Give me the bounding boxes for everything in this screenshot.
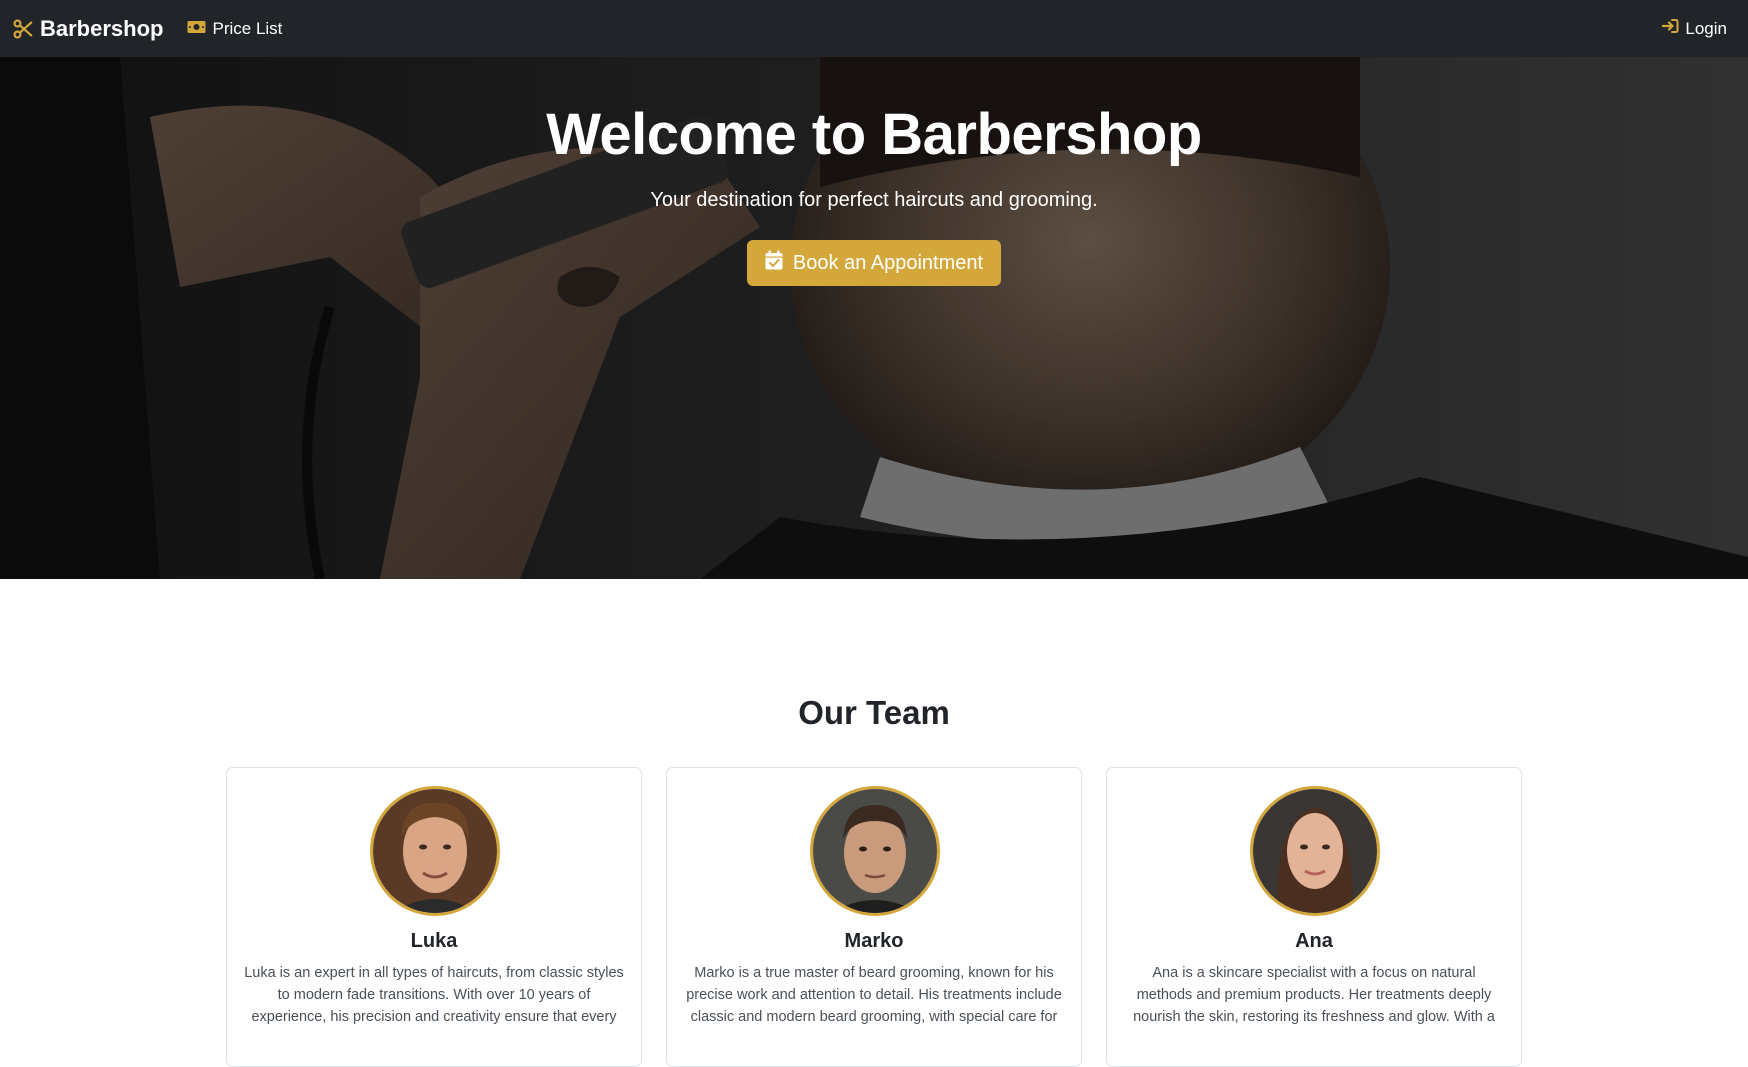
member-name: Luka bbox=[410, 930, 458, 952]
nav-price-list-label: Price List bbox=[212, 18, 283, 38]
member-name: Marko bbox=[844, 930, 904, 952]
avatar bbox=[810, 786, 940, 916]
sign-in-icon bbox=[1662, 18, 1679, 39]
avatar bbox=[370, 786, 500, 916]
team-member-card: Marko Marko is a true master of beard gr… bbox=[666, 767, 1082, 1067]
nav-login[interactable]: Login bbox=[1662, 18, 1727, 39]
hero-section: Welcome to Barbershop Your destination f… bbox=[0, 57, 1748, 579]
nav-login-label: Login bbox=[1685, 18, 1727, 38]
brand-link[interactable]: Barbershop bbox=[12, 16, 163, 42]
navbar: Barbershop Price List Login bbox=[0, 0, 1748, 57]
calendar-check-icon bbox=[765, 250, 783, 276]
scissors-icon bbox=[12, 18, 34, 40]
hero-title: Welcome to Barbershop bbox=[546, 102, 1202, 167]
book-appointment-button[interactable]: Book an Appointment bbox=[747, 240, 1001, 286]
nav-price-list[interactable]: Price List bbox=[187, 19, 282, 39]
avatar bbox=[1250, 786, 1380, 916]
brand-label: Barbershop bbox=[40, 15, 164, 41]
hero-subtitle: Your destination for perfect haircuts an… bbox=[650, 189, 1098, 211]
nav-right: Login bbox=[1662, 18, 1736, 39]
member-bio: Luka is an expert in all types of haircu… bbox=[244, 965, 624, 1025]
team-member-card: Luka Luka is an expert in all types of h… bbox=[226, 767, 642, 1067]
member-name: Ana bbox=[1295, 930, 1333, 952]
member-bio: Ana is a skincare specialist with a focu… bbox=[1133, 965, 1495, 1025]
money-bill-icon bbox=[187, 19, 206, 39]
team-section-title: Our Team bbox=[798, 694, 950, 731]
team-member-card: Ana Ana is a skincare specialist with a … bbox=[1106, 767, 1522, 1067]
member-bio: Marko is a true master of beard grooming… bbox=[686, 965, 1062, 1025]
book-appointment-label: Book an Appointment bbox=[792, 251, 984, 274]
